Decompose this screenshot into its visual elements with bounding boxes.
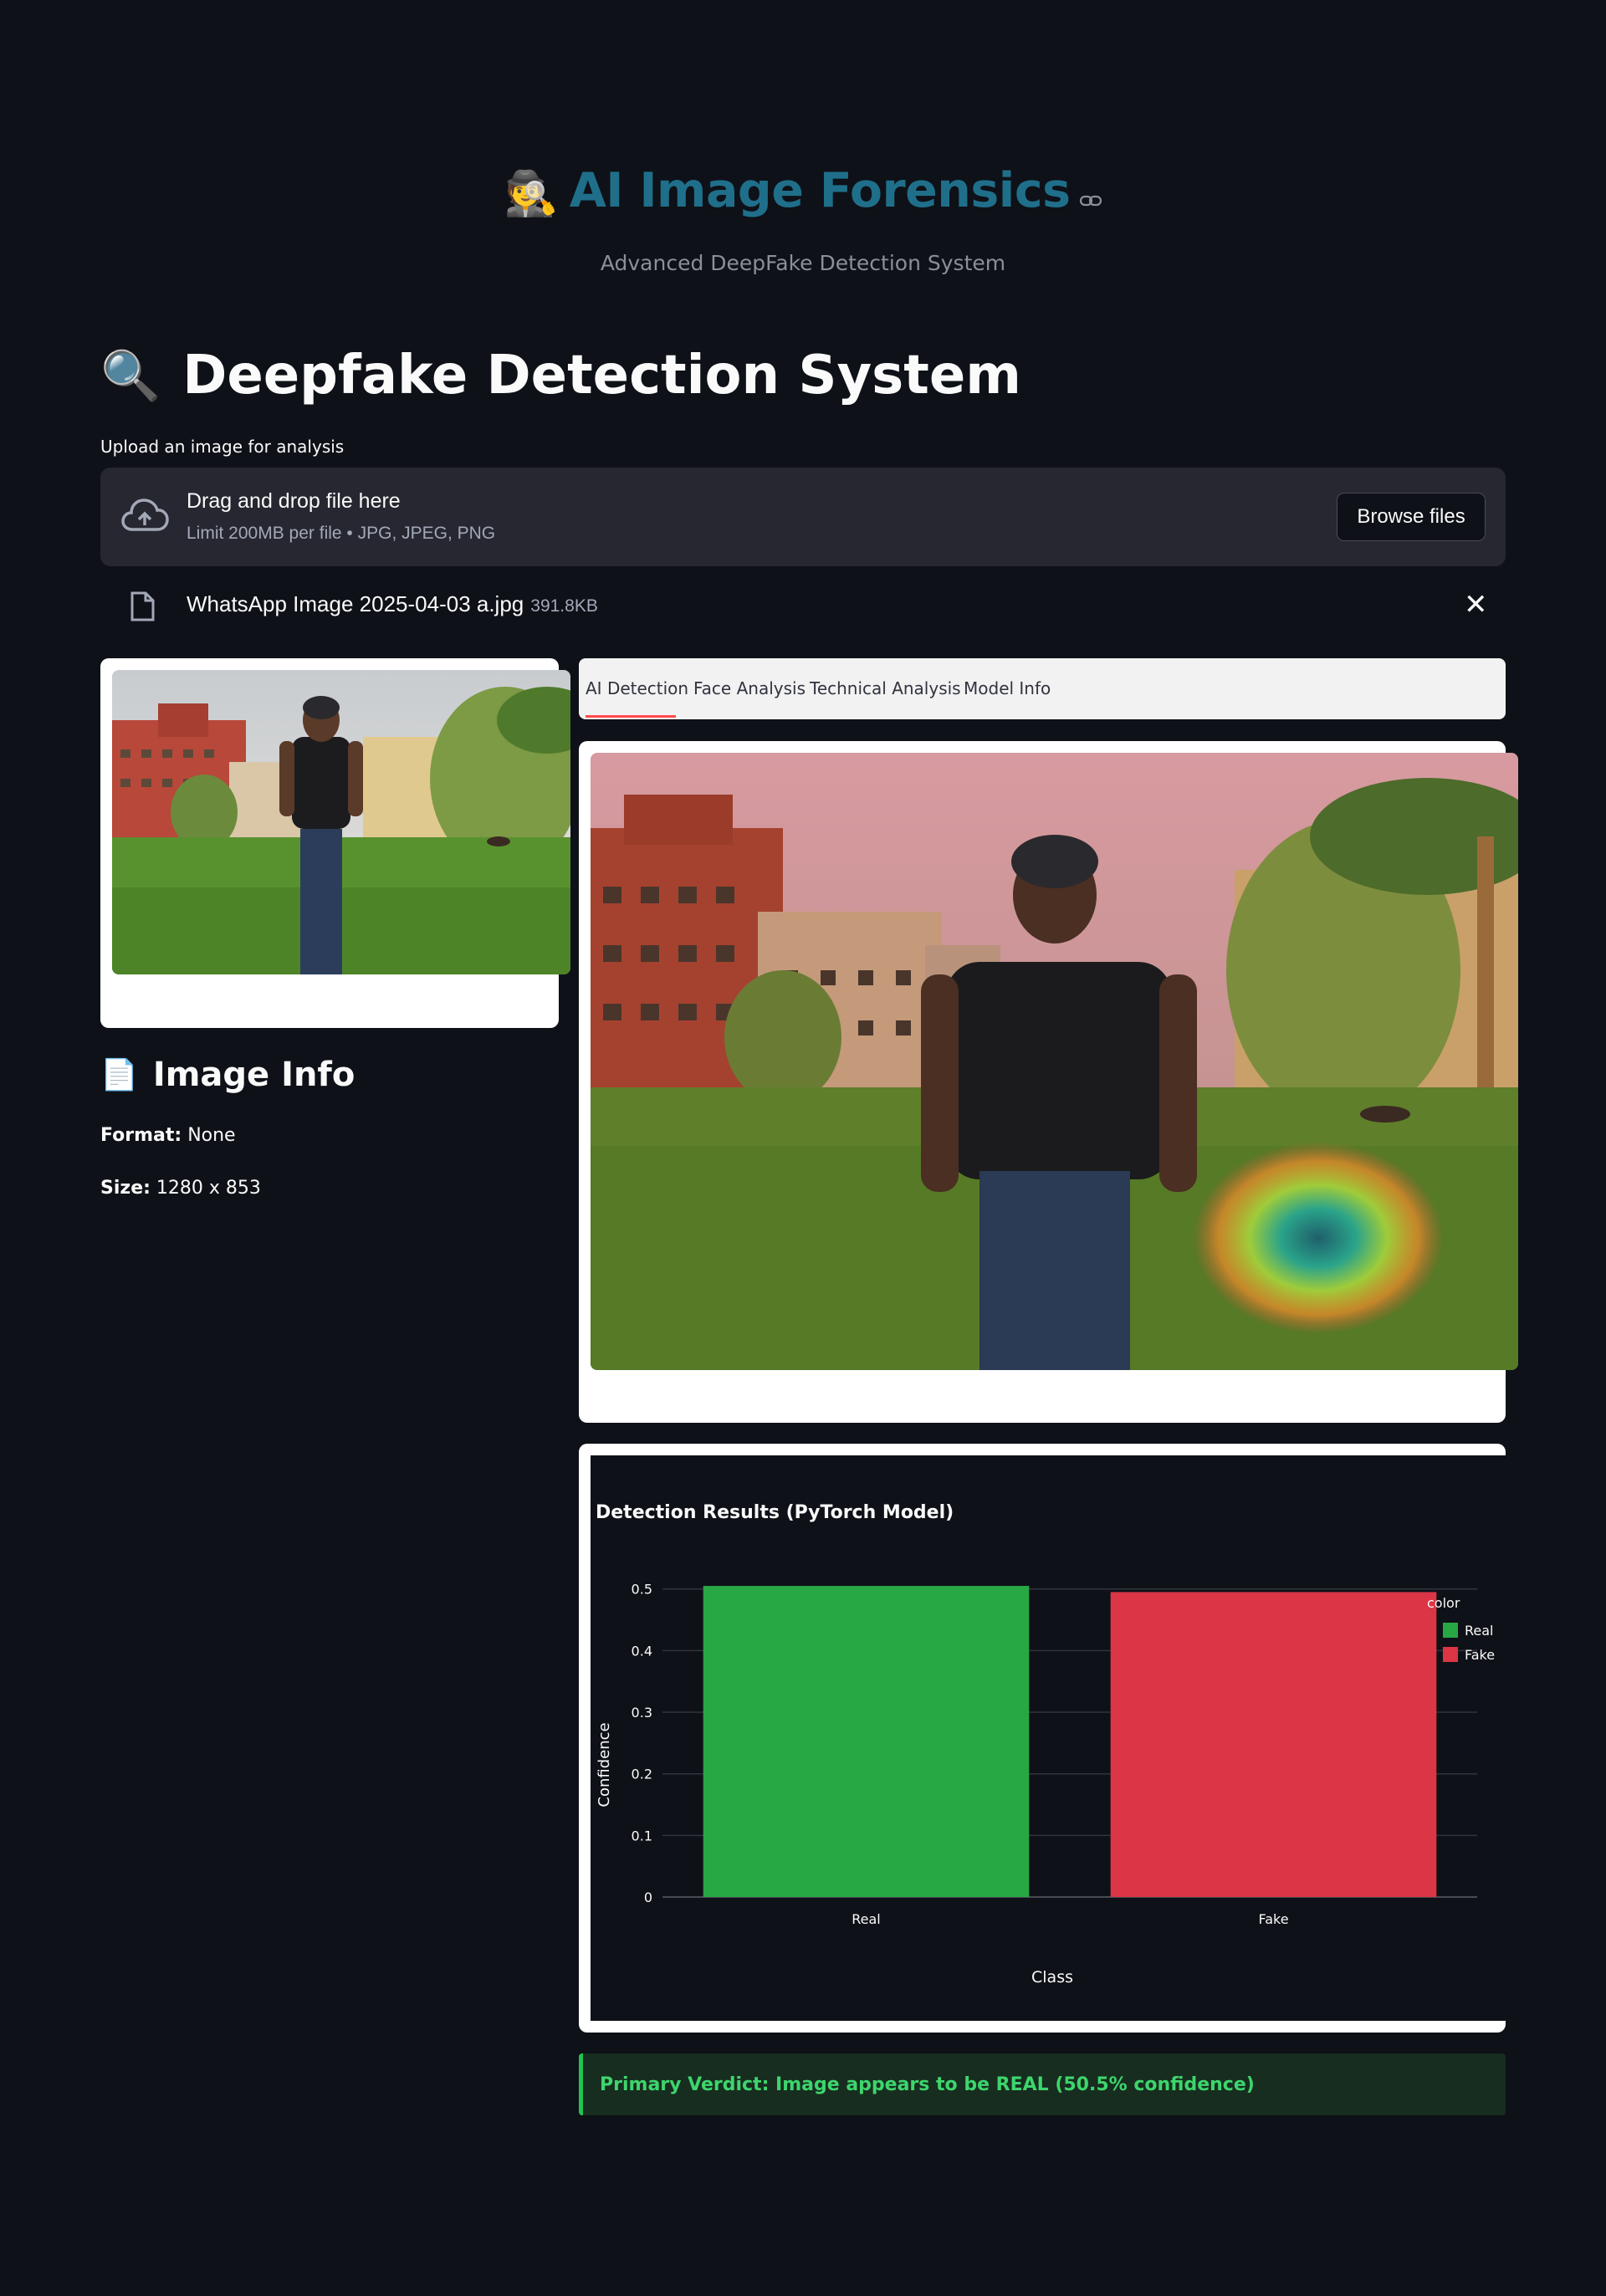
cloud-upload-icon xyxy=(120,498,169,538)
chart-y-tick-label: 0.2 xyxy=(632,1767,652,1782)
file-name-text: WhatsApp Image 2025-04-03 a.jpg xyxy=(187,591,524,616)
chart-x-axis-label: Class xyxy=(1031,1968,1073,1987)
legend-swatch[interactable] xyxy=(1443,1623,1458,1638)
file-dropzone[interactable]: Drag and drop file here Limit 200MB per … xyxy=(100,468,1506,566)
upload-label: Upload an image for analysis xyxy=(100,437,345,457)
chart-x-tick-label: Fake xyxy=(1258,1911,1288,1927)
legend-title: color xyxy=(1427,1595,1460,1611)
file-icon xyxy=(129,591,156,626)
chart-y-tick-label: 0.1 xyxy=(632,1828,652,1843)
image-info-title: Image Info xyxy=(152,1056,355,1094)
active-tab-indicator xyxy=(586,715,676,718)
browse-files-button[interactable]: Browse files xyxy=(1337,493,1486,541)
chart-y-tick-label: 0 xyxy=(644,1889,652,1905)
size-label: Size: xyxy=(100,1178,151,1199)
chart-y-tick-label: 0.4 xyxy=(632,1643,652,1659)
chart-bar-real[interactable] xyxy=(703,1586,1030,1897)
tab-ai-detection[interactable]: AI Detection xyxy=(586,678,688,698)
tab-model-info[interactable]: Model Info xyxy=(964,678,1051,698)
link-icon[interactable] xyxy=(1079,166,1102,221)
document-emoji-icon: 📄 xyxy=(100,1058,138,1092)
uploaded-image-thumbnail xyxy=(112,670,570,974)
uploaded-image-card xyxy=(100,658,570,1028)
image-size-line: Size: 1280 x 853 xyxy=(100,1178,261,1199)
detection-chart-card: Detection Results (PyTorch Model) Confid… xyxy=(579,1444,1506,2033)
chart-y-tick-label: 0.3 xyxy=(632,1705,652,1721)
dropzone-title: Drag and drop file here xyxy=(187,489,401,513)
tab-technical-analysis[interactable]: Technical Analysis xyxy=(810,678,961,698)
primary-verdict-alert: Primary Verdict: Image appears to be REA… xyxy=(579,2053,1506,2115)
format-label: Format: xyxy=(100,1125,182,1146)
chart-y-axis-label: Confidence xyxy=(596,1722,613,1807)
magnifier-emoji-icon: 🔍 xyxy=(100,346,161,404)
app-title: 🕵️ AI Image Forensics xyxy=(0,163,1606,221)
legend-entry[interactable]: Fake xyxy=(1465,1647,1495,1663)
image-info-heading: 📄 Image Info xyxy=(100,1056,355,1094)
chart-bar-fake[interactable] xyxy=(1110,1592,1437,1897)
size-value: 1280 x 853 xyxy=(156,1178,261,1199)
uploaded-file-row: WhatsApp Image 2025-04-03 a.jpg 391.8KB ✕ xyxy=(100,581,1506,632)
close-icon[interactable]: ✕ xyxy=(1464,588,1488,621)
tab-face-analysis[interactable]: Face Analysis xyxy=(693,678,806,698)
legend-entry[interactable]: Real xyxy=(1465,1623,1494,1639)
app-title-text: AI Image Forensics xyxy=(569,163,1071,218)
file-size: 391.8KB xyxy=(530,596,598,616)
chart-x-tick-label: Real xyxy=(852,1911,881,1927)
chart-y-tick-label: 0.5 xyxy=(632,1582,652,1598)
chart-title: Detection Results (PyTorch Model) xyxy=(596,1502,954,1523)
bar-chart-svg: Detection Results (PyTorch Model) Confid… xyxy=(596,1502,1495,1987)
page-title-text: Deepfake Detection System xyxy=(182,345,1021,407)
detective-emoji-icon: 🕵️ xyxy=(504,168,558,219)
analysis-tabs: AI Detection Face Analysis Technical Ana… xyxy=(579,658,1506,719)
app-subtitle: Advanced DeepFake Detection System xyxy=(600,251,1006,275)
heatmap-image-card xyxy=(579,741,1518,1423)
detection-chart: Detection Results (PyTorch Model) Confid… xyxy=(591,1455,1506,2021)
image-format-line: Format: None xyxy=(100,1125,236,1146)
page-title: 🔍 Deepfake Detection System xyxy=(100,345,1021,407)
uploaded-file-name: WhatsApp Image 2025-04-03 a.jpg 391.8KB xyxy=(187,591,598,617)
format-value: None xyxy=(187,1125,236,1146)
heatmap-overlay-image xyxy=(591,753,1518,1370)
dropzone-limits: Limit 200MB per file • JPG, JPEG, PNG xyxy=(187,524,496,543)
legend-swatch[interactable] xyxy=(1443,1647,1458,1662)
